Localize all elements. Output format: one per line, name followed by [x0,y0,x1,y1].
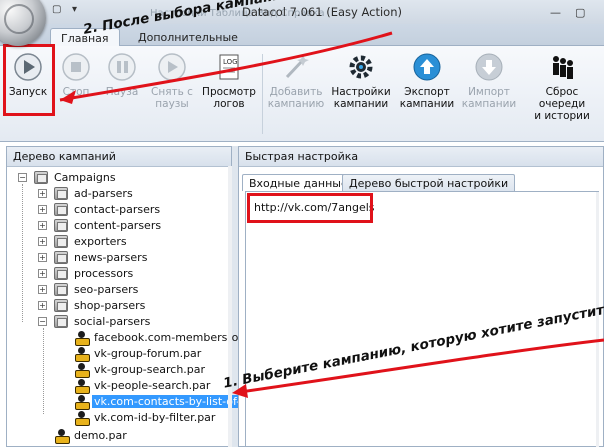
queue-people-icon [553,56,573,79]
quick-setup-title: Быстрая настройка [239,147,603,167]
robot-icon [74,394,90,410]
tree-folder-label: social-parsers [74,315,151,328]
unpause-label-2: паузы [155,98,189,110]
add-campaign-button[interactable]: Добавить кампанию [266,52,326,110]
pause-icon [108,53,136,81]
tree-campaign-label: vk-people-search.par [94,379,211,392]
folder-icon [54,187,68,200]
tree-campaign-label: vk.com-contacts-by-list-of- [92,395,243,408]
tree-folder-label: news-parsers [74,251,148,264]
highlight-input-url [247,193,373,223]
tab-quick-setup-tree[interactable]: Дерево быстрой настройки [342,174,516,191]
svg-text:LOG: LOG [223,58,238,66]
reset-queue-button[interactable]: Сброс очереди и истории [522,52,602,122]
tree-campaign-label: vk-group-forum.par [94,347,202,360]
arrow-up-icon [413,53,441,81]
stop-icon [62,53,90,81]
tree-campaign-label: vk.com-id-by-filter.par [94,411,216,424]
unpause-label-1: Снять с [151,86,193,98]
minimize-icon[interactable]: — [550,6,561,19]
expand-icon[interactable]: + [38,301,47,310]
robot-icon [74,378,90,394]
expand-icon[interactable]: + [38,221,47,230]
pause-button[interactable]: Пауза [102,52,142,98]
folder-icon [34,171,48,184]
pause-label: Пауза [105,86,139,98]
view-logs-button[interactable]: LOG Просмотр логов [200,52,258,110]
collapse-icon[interactable]: − [18,173,27,182]
unpause-button[interactable]: Снять с паузы [146,52,198,110]
tree-folder-label: exporters [74,235,127,248]
folder-icon [54,315,68,328]
tab-input-data[interactable]: Входные данные [242,174,355,191]
import-campaign-button[interactable]: Импорт кампании [460,52,518,110]
log-file-icon: LOG [219,54,239,80]
tree-folder-label: ad-parsers [74,187,133,200]
folder-icon [54,283,68,296]
ribbon-separator [262,54,263,134]
campaign-tree-title: Дерево кампаний [7,147,231,167]
expand-icon[interactable]: + [38,189,47,198]
tree-campaign-label: vk-group-search.par [94,363,206,376]
robot-icon [74,346,90,362]
reset-queue-label-2: и истории [534,110,590,122]
add-campaign-label-1: Добавить [269,86,323,98]
campaign-settings-button[interactable]: Настройки кампании [330,52,392,110]
expand-icon[interactable]: + [38,237,47,246]
robot-icon [74,330,90,346]
expand-icon[interactable]: + [38,285,47,294]
view-logs-label-2: логов [213,98,245,110]
tree-folder-label: content-parsers [74,219,162,232]
export-campaign-label-1: Экспорт [404,86,450,98]
folder-icon [54,203,68,216]
tree-campaign-label: demo.par [74,429,127,442]
window-title: Datacol 7.061 (Easy Action) [241,5,402,19]
reset-queue-label-1: Сброс очереди [538,86,586,110]
tree-root-label: Campaigns [54,171,116,184]
import-campaign-label-2: кампании [461,98,517,110]
export-campaign-label-2: кампании [399,98,455,110]
tree-folder-label: contact-parsers [74,203,161,216]
collapse-icon[interactable]: − [38,317,47,326]
wand-icon [285,55,309,79]
expand-icon[interactable]: + [38,269,47,278]
folder-icon [54,219,68,232]
robot-icon [54,428,70,444]
campaign-settings-label-1: Настройки [331,86,391,98]
expand-icon[interactable]: + [38,205,47,214]
import-campaign-label-1: Импорт [468,86,510,98]
export-campaign-button[interactable]: Экспорт кампании [398,52,456,110]
tree-scrollbar[interactable] [228,166,232,447]
tree-folder-label: seo-parsers [74,283,139,296]
tree-folder-label: shop-parsers [74,299,146,312]
tree-campaign-label: facebook.com-members-of [94,331,243,344]
add-campaign-label-2: кампанию [267,98,325,110]
folder-icon [54,299,68,312]
tree-connector [43,328,44,414]
maximize-icon[interactable]: ▢ [575,6,585,19]
robot-icon [74,410,90,426]
robot-icon [74,362,90,378]
stop-button[interactable]: Стоп [56,52,96,98]
stop-label: Стоп [62,86,90,98]
tree-folder-label: processors [74,267,134,280]
view-logs-label-1: Просмотр [202,86,256,98]
folder-icon [54,235,68,248]
arrow-down-icon [475,53,503,81]
gear-icon [349,55,373,79]
folder-icon [54,251,68,264]
unpause-icon [158,53,186,81]
highlight-start-button [3,44,55,116]
tab-additional[interactable]: Дополнительные [128,28,248,47]
folder-icon [54,267,68,280]
expand-icon[interactable]: + [38,253,47,262]
campaign-settings-label-2: кампании [333,98,389,110]
tree-connector [22,184,23,322]
